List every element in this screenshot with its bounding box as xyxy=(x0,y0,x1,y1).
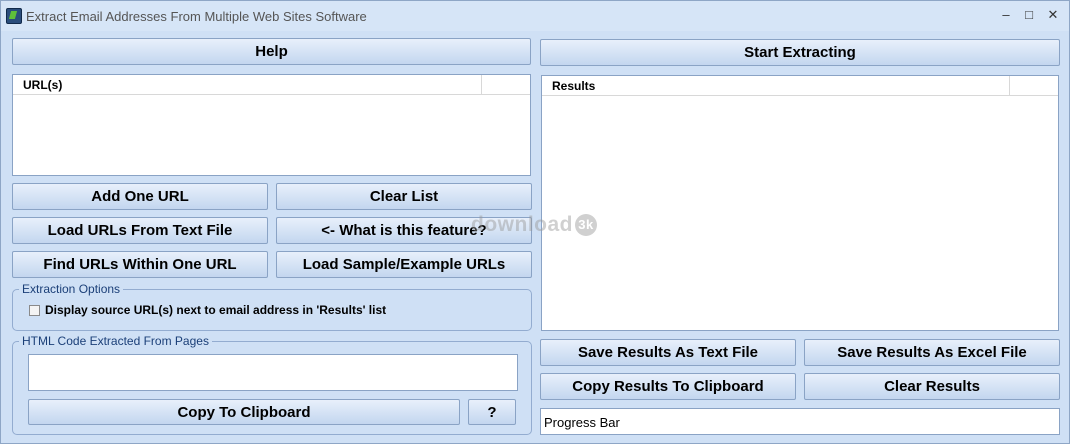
start-extracting-button[interactable]: Start Extracting xyxy=(540,39,1060,66)
watermark-badge: 3k xyxy=(575,214,597,237)
title-bar: Extract Email Addresses From Multiple We… xyxy=(1,1,1069,31)
results-list[interactable]: Results xyxy=(541,75,1059,331)
html-code-group: HTML Code Extracted From Pages Copy To C… xyxy=(12,334,532,435)
display-source-label[interactable]: Display source URL(s) next to email addr… xyxy=(45,303,386,317)
close-icon[interactable]: ✕ xyxy=(1044,7,1062,23)
save-results-text-button[interactable]: Save Results As Text File xyxy=(540,339,796,366)
results-list-header: Results xyxy=(542,76,1058,96)
save-results-excel-button[interactable]: Save Results As Excel File xyxy=(804,339,1060,366)
extraction-options-title: Extraction Options xyxy=(19,282,124,296)
copy-results-button[interactable]: Copy Results To Clipboard xyxy=(540,373,796,400)
url-list-header: URL(s) xyxy=(13,75,530,95)
copy-to-clipboard-button[interactable]: Copy To Clipboard xyxy=(28,399,460,425)
html-help-button[interactable]: ? xyxy=(468,399,516,425)
add-one-url-button[interactable]: Add One URL xyxy=(12,183,268,210)
app-icon xyxy=(6,8,22,24)
app-window: Extract Email Addresses From Multiple We… xyxy=(0,0,1070,444)
display-source-checkbox[interactable] xyxy=(29,305,40,316)
url-list[interactable]: URL(s) xyxy=(12,74,531,176)
load-urls-from-file-button[interactable]: Load URLs From Text File xyxy=(12,217,268,244)
html-code-title: HTML Code Extracted From Pages xyxy=(19,334,212,348)
minimize-icon[interactable]: – xyxy=(997,7,1015,22)
watermark-text: download xyxy=(471,213,573,236)
extraction-options-group: Extraction Options Display source URL(s)… xyxy=(12,282,532,331)
download-watermark: download 3k xyxy=(471,213,597,237)
results-column-header[interactable]: Results xyxy=(542,76,1010,95)
find-urls-within-url-button[interactable]: Find URLs Within One URL xyxy=(12,251,268,278)
html-code-field[interactable] xyxy=(28,354,518,391)
window-title: Extract Email Addresses From Multiple We… xyxy=(26,9,367,24)
url-column-header[interactable]: URL(s) xyxy=(13,75,482,94)
clear-results-button[interactable]: Clear Results xyxy=(804,373,1060,400)
load-sample-urls-button[interactable]: Load Sample/Example URLs xyxy=(276,251,532,278)
clear-list-button[interactable]: Clear List xyxy=(276,183,532,210)
help-button[interactable]: Help xyxy=(12,38,531,65)
progress-bar: Progress Bar xyxy=(540,408,1060,435)
maximize-icon[interactable]: □ xyxy=(1020,7,1038,22)
